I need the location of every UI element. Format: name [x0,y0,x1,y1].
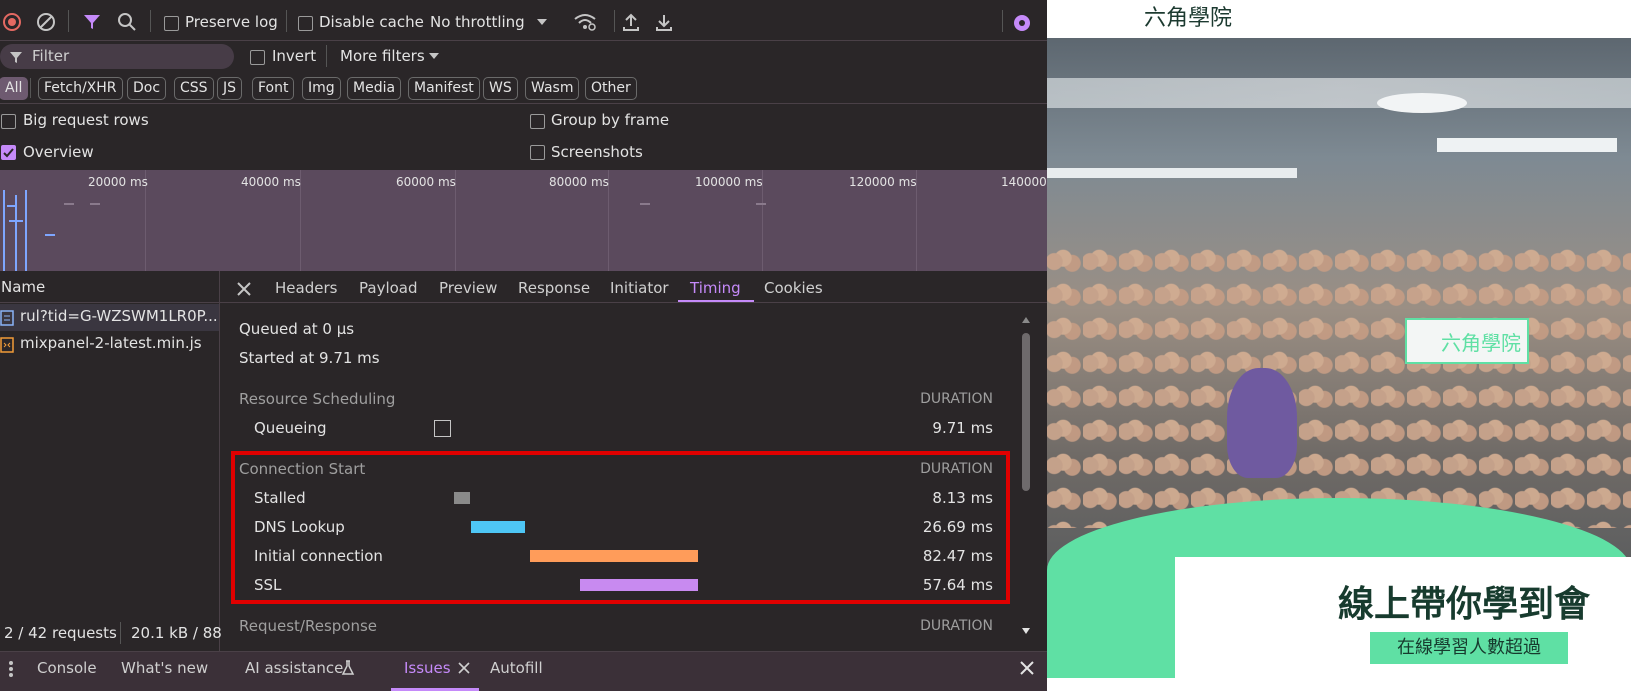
scrollbar-thumb[interactable] [1022,333,1030,491]
type-filter-all[interactable]: All [0,77,29,100]
name-column-header[interactable]: Name [1,278,45,296]
throttling-select[interactable]: No throttling [430,13,525,31]
type-filter-img[interactable]: Img [302,77,341,100]
search-icon[interactable] [117,12,137,32]
group-by-frame-label: Group by frame [551,111,670,129]
big-request-rows-checkbox[interactable] [1,114,16,129]
disable-cache-checkbox[interactable] [298,16,313,31]
overview-tick-80000: 80000 ms [549,175,609,189]
document-icon [0,310,14,326]
type-filter-media[interactable]: Media [347,77,402,100]
duration-header: DURATION [920,618,993,634]
record-stop-icon[interactable] [2,12,22,32]
import-har-icon[interactable] [621,12,641,32]
preserve-log-checkbox[interactable] [164,16,179,31]
network-conditions-icon[interactable] [573,12,597,32]
drawer-tab-console[interactable]: Console [37,659,97,677]
request-response-title: Request/Response [239,617,378,635]
request-row[interactable]: rul?tid=G-WZSWM1LR0P... [0,304,219,331]
queued-at: Queued at 0 µs [239,320,355,338]
type-filter-manifest[interactable]: Manifest [408,77,480,100]
more-filters-button[interactable]: More filters [340,47,425,65]
duration-header: DURATION [920,391,993,407]
mascot [1227,368,1297,478]
scroll-up-icon[interactable] [1021,315,1031,325]
type-filter-other[interactable]: Other [585,77,637,100]
flask-icon [341,659,355,677]
disable-cache-label: Disable cache [319,13,424,31]
chevron-down-icon[interactable] [428,50,440,62]
gear-icon[interactable] [1011,12,1033,34]
sign-board: 六角學院 [1405,318,1529,364]
invert-label: Invert [272,47,317,65]
tab-cookies[interactable]: Cookies [764,279,823,297]
transferred-size: 20.1 kB / 88 [131,624,222,642]
overview-bars [3,190,58,271]
overview-tick-100000: 100000 ms [695,175,763,189]
site-logo[interactable]: 六角學院 [1144,0,1232,32]
clear-icon[interactable] [36,12,56,32]
queueing-duration: 9.71 ms [932,419,993,437]
overview-tick-40000: 40000 ms [241,175,301,189]
tab-initiator[interactable]: Initiator [610,279,669,297]
resource-scheduling-title: Resource Scheduling [239,390,396,408]
network-overview[interactable]: 20000 ms 40000 ms 60000 ms 80000 ms 1000… [0,170,1047,271]
queueing-label: Queueing [254,419,327,437]
queueing-bar [434,420,451,437]
type-filter-ws[interactable]: WS [483,77,518,100]
tab-timing[interactable]: Timing [690,279,741,297]
request-row[interactable]: mixpanel-2-latest.min.js [0,331,219,358]
scroll-down-icon[interactable] [1021,626,1031,636]
filter-placeholder: Filter [32,47,70,65]
type-filter-doc[interactable]: Doc [127,77,167,100]
close-icon[interactable] [235,280,253,298]
requests-count: 2 / 42 requests [4,624,117,642]
learners-badge: 在線學習人數超過 [1370,632,1568,664]
overview-tick-140000: 140000 [1001,175,1047,189]
type-filter-js[interactable]: JS [217,77,243,100]
group-photo: 六角學院 [1047,38,1631,678]
type-filter-font[interactable]: Font [252,77,295,100]
overview-label: Overview [23,143,94,161]
overview-checkbox[interactable] [1,145,16,160]
filter-icon[interactable] [82,12,102,32]
big-request-rows-label: Big request rows [23,111,149,129]
tab-preview[interactable]: Preview [439,279,497,297]
export-har-icon[interactable] [654,12,674,32]
started-at: Started at 9.71 ms [239,349,380,367]
overview-tick-120000: 120000 ms [849,175,917,189]
type-filter-fetch-xhr[interactable]: Fetch/XHR [38,77,123,100]
group-by-frame-checkbox[interactable] [530,114,545,129]
drawer-tab-ai-assistance[interactable]: AI assistance [245,659,343,677]
active-tab-indicator [678,300,754,302]
close-drawer-icon[interactable] [1019,660,1035,676]
screenshots-label: Screenshots [551,143,643,161]
preserve-log-label: Preserve log [185,13,278,31]
devtools-panel: Preserve log Disable cache No throttling… [0,0,1047,691]
overview-tick-60000: 60000 ms [396,175,456,189]
drawer-tab-whats-new[interactable]: What's new [121,659,208,677]
request-name: mixpanel-2-latest.min.js [20,334,202,352]
script-icon [0,337,14,353]
hero-heading: 線上帶你學到會 [1338,584,1591,625]
overview-tick-20000: 20000 ms [88,175,148,189]
drawer-tab-issues[interactable]: Issues [404,659,451,677]
sign-text: 六角學院 [1441,331,1521,355]
type-filter-css[interactable]: CSS [174,77,214,100]
request-name: rul?tid=G-WZSWM1LR0P... [20,307,218,325]
close-icon[interactable] [457,661,471,675]
drawer-tab-autofill[interactable]: Autofill [490,659,543,677]
chevron-down-icon[interactable] [536,16,548,28]
invert-checkbox[interactable] [250,50,265,65]
screenshots-checkbox[interactable] [530,145,545,160]
more-options-icon[interactable] [6,659,16,679]
filter-icon [9,50,23,64]
highlight-box [231,451,1010,604]
type-filter-wasm[interactable]: Wasm [525,77,580,100]
tab-headers[interactable]: Headers [275,279,337,297]
tab-payload[interactable]: Payload [359,279,418,297]
tab-response[interactable]: Response [518,279,590,297]
